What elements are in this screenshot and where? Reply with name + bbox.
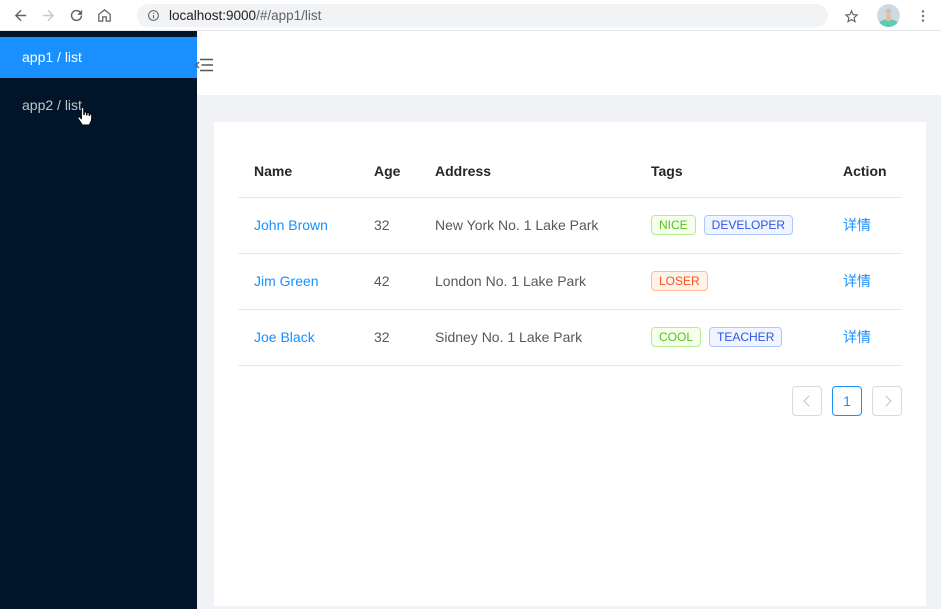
page-1-button[interactable]: 1 (832, 385, 862, 416)
tag: COOL (651, 327, 702, 347)
next-page-button[interactable] (872, 385, 902, 416)
column-header-tags: Tags (635, 146, 827, 198)
tag: NICE (651, 215, 696, 235)
url-path: /#/app1/list (256, 8, 322, 23)
name-link[interactable]: Joe Black (254, 329, 315, 345)
detail-link[interactable]: 详情 (843, 217, 871, 233)
tag: TEACHER (709, 327, 783, 347)
home-button[interactable] (90, 1, 118, 29)
page-info-icon (148, 10, 159, 21)
address-cell: Sidney No. 1 Lake Park (419, 309, 635, 366)
column-header-action: Action (827, 146, 902, 198)
url-text: localhost:9000/#/app1/list (169, 8, 321, 23)
tag: LOSER (651, 271, 708, 291)
tag: DEVELOPER (703, 215, 794, 235)
age-cell: 32 (358, 309, 419, 366)
chevron-right-icon (879, 394, 892, 407)
forward-button[interactable] (34, 1, 62, 29)
name-link[interactable]: Jim Green (254, 273, 319, 289)
column-header-name: Name (238, 146, 358, 198)
detail-link[interactable]: 详情 (843, 329, 871, 345)
reload-button[interactable] (62, 1, 90, 29)
home-icon (97, 8, 111, 22)
browser-menu-button[interactable] (913, 5, 933, 27)
tags-cell: COOL TEACHER (635, 309, 827, 366)
address-bar[interactable]: localhost:9000/#/app1/list (137, 4, 828, 27)
data-table: Name Age Address Tags Action John Brown … (238, 146, 902, 366)
kebab-menu-icon (921, 10, 925, 22)
column-header-age: Age (358, 146, 419, 198)
back-button[interactable] (6, 1, 34, 29)
profile-avatar[interactable] (877, 4, 900, 27)
star-icon (843, 8, 859, 23)
browser-toolbar: localhost:9000/#/app1/list (0, 0, 941, 31)
app-header (197, 31, 941, 95)
table-header-row: Name Age Address Tags Action (238, 146, 902, 198)
sidebar-item-app2-list[interactable]: app2 / list (0, 85, 197, 126)
reload-icon (70, 9, 82, 21)
menu-fold-icon (195, 58, 213, 72)
detail-link[interactable]: 详情 (843, 273, 871, 289)
sidebar: app1 / list app2 / list (0, 31, 197, 609)
pagination: 1 (238, 385, 902, 416)
avatar-image (877, 4, 900, 27)
content-area: Name Age Address Tags Action John Brown … (197, 95, 941, 609)
chevron-left-icon (802, 394, 815, 407)
table-row: Joe Black 32 Sidney No. 1 Lake Park COOL… (238, 309, 902, 366)
table-card: Name Age Address Tags Action John Brown … (214, 122, 926, 606)
table-row: Jim Green 42 London No. 1 Lake Park LOSE… (238, 253, 902, 310)
back-arrow-icon (14, 9, 26, 21)
url-host: localhost:9000 (169, 8, 257, 23)
table-row: John Brown 32 New York No. 1 Lake Park N… (238, 197, 902, 254)
tags-cell: LOSER (635, 253, 827, 310)
bookmark-button[interactable] (840, 5, 862, 27)
sidebar-item-app1-list[interactable]: app1 / list (0, 37, 197, 78)
column-header-address: Address (419, 146, 635, 198)
address-cell: London No. 1 Lake Park (419, 253, 635, 310)
forward-arrow-icon (42, 9, 54, 21)
address-cell: New York No. 1 Lake Park (419, 197, 635, 254)
age-cell: 32 (358, 197, 419, 254)
sidebar-collapse-trigger[interactable] (195, 56, 214, 74)
name-link[interactable]: John Brown (254, 217, 328, 233)
tags-cell: NICE DEVELOPER (635, 197, 827, 254)
prev-page-button[interactable] (792, 385, 822, 416)
age-cell: 42 (358, 253, 419, 310)
